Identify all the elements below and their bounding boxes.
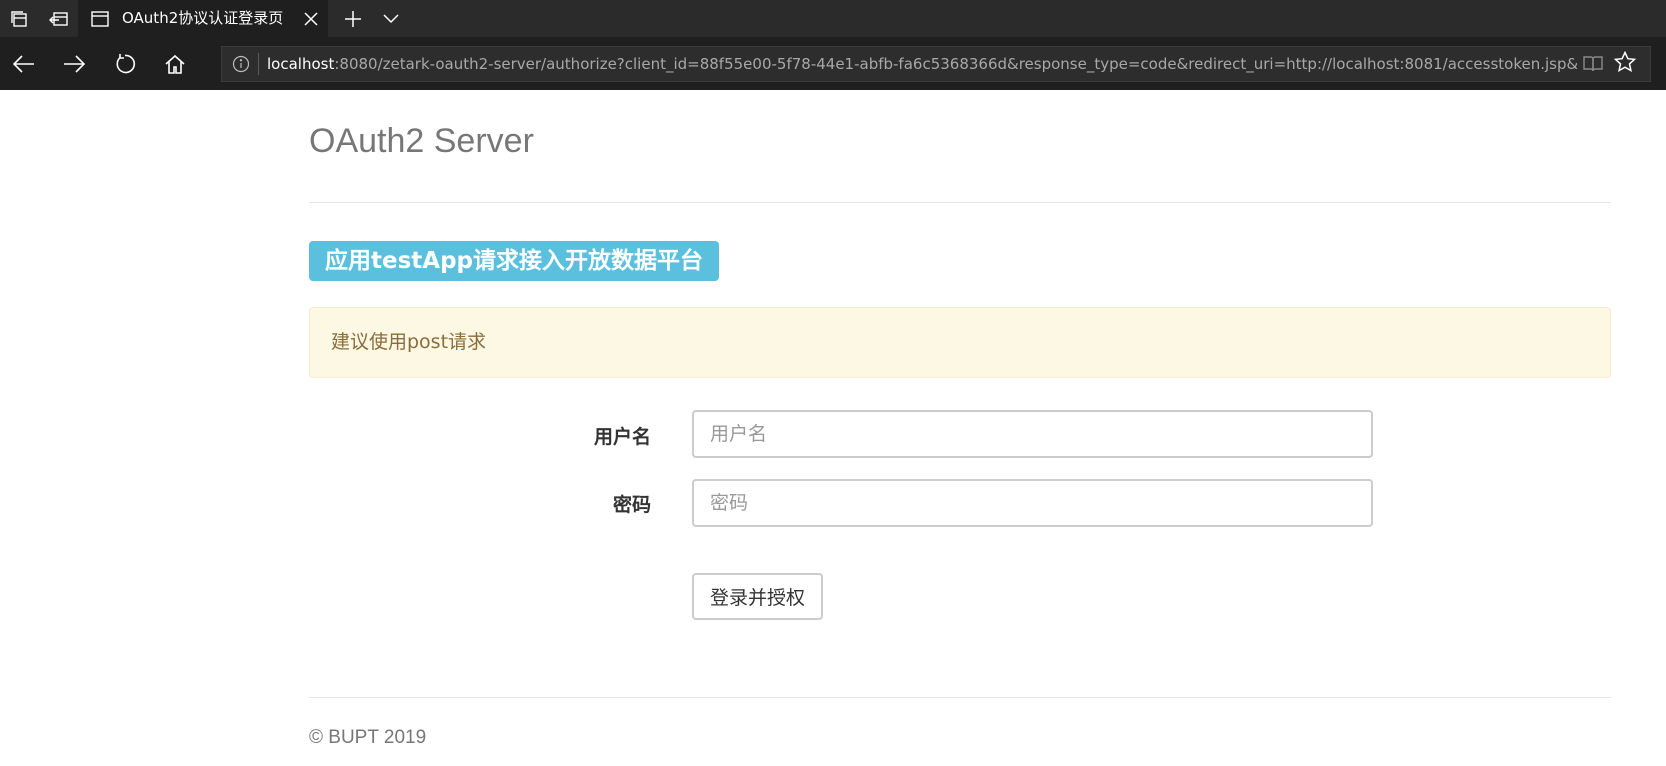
browser-toolbar: localhost:8080/zetark-oauth2-server/auth… bbox=[0, 37, 1666, 90]
app-request-label: 应用testApp请求接入开放数据平台 bbox=[309, 241, 720, 281]
password-label: 密码 bbox=[612, 494, 651, 516]
username-input[interactable] bbox=[692, 410, 1373, 458]
tab-manager-icon bbox=[11, 10, 27, 27]
close-tab-button[interactable] bbox=[298, 0, 324, 37]
address-bar[interactable]: localhost:8080/zetark-oauth2-server/auth… bbox=[221, 46, 1651, 82]
forward-button[interactable] bbox=[54, 44, 94, 84]
set-tabs-aside-icon bbox=[49, 11, 68, 26]
close-icon bbox=[304, 11, 318, 26]
tab-page-icon bbox=[91, 11, 109, 27]
forward-icon bbox=[64, 55, 85, 73]
username-label: 用户名 bbox=[593, 426, 651, 448]
new-tab-button[interactable] bbox=[334, 0, 372, 37]
url-host: localhost bbox=[267, 55, 335, 73]
active-tab[interactable]: OAuth2协议认证登录页 bbox=[78, 0, 328, 37]
footer-divider bbox=[309, 697, 1611, 698]
login-authorize-button[interactable]: 登录并授权 bbox=[692, 573, 824, 620]
set-tabs-aside-button[interactable] bbox=[40, 0, 78, 37]
new-tab-icon bbox=[345, 10, 361, 27]
reading-view-icon[interactable] bbox=[1582, 53, 1604, 75]
home-button[interactable] bbox=[155, 44, 195, 84]
favorite-star-icon bbox=[1614, 51, 1636, 72]
alert-text: 建议使用post请求 bbox=[331, 331, 487, 353]
url-path: :8080/zetark-oauth2-server/authorize?cli… bbox=[334, 55, 1577, 73]
tab-list-chevron-icon bbox=[383, 13, 399, 23]
favorite-button[interactable] bbox=[1608, 42, 1642, 82]
refresh-button[interactable] bbox=[105, 44, 145, 84]
back-button[interactable] bbox=[4, 44, 44, 84]
header-divider bbox=[309, 202, 1611, 203]
site-info-icon[interactable] bbox=[232, 55, 250, 73]
home-icon bbox=[165, 54, 185, 74]
refresh-icon bbox=[116, 54, 136, 74]
page-content: OAuth2 Server 应用testApp请求接入开放数据平台 建议使用po… bbox=[0, 90, 1666, 766]
tab-manager-button[interactable] bbox=[0, 0, 38, 37]
password-input[interactable] bbox=[692, 479, 1373, 527]
footer-copyright: © BUPT 2019 bbox=[309, 727, 427, 748]
back-icon bbox=[13, 55, 34, 73]
site-brand[interactable]: OAuth2 Server bbox=[309, 122, 534, 161]
url-text[interactable]: localhost:8080/zetark-oauth2-server/auth… bbox=[267, 47, 1577, 81]
warning-alert: 建议使用post请求 bbox=[309, 307, 1611, 378]
browser-tab-bar: OAuth2协议认证登录页 bbox=[0, 0, 1666, 37]
tab-title: OAuth2协议认证登录页 bbox=[122, 9, 284, 27]
tab-list-button[interactable] bbox=[372, 0, 410, 37]
address-separator bbox=[258, 53, 259, 75]
